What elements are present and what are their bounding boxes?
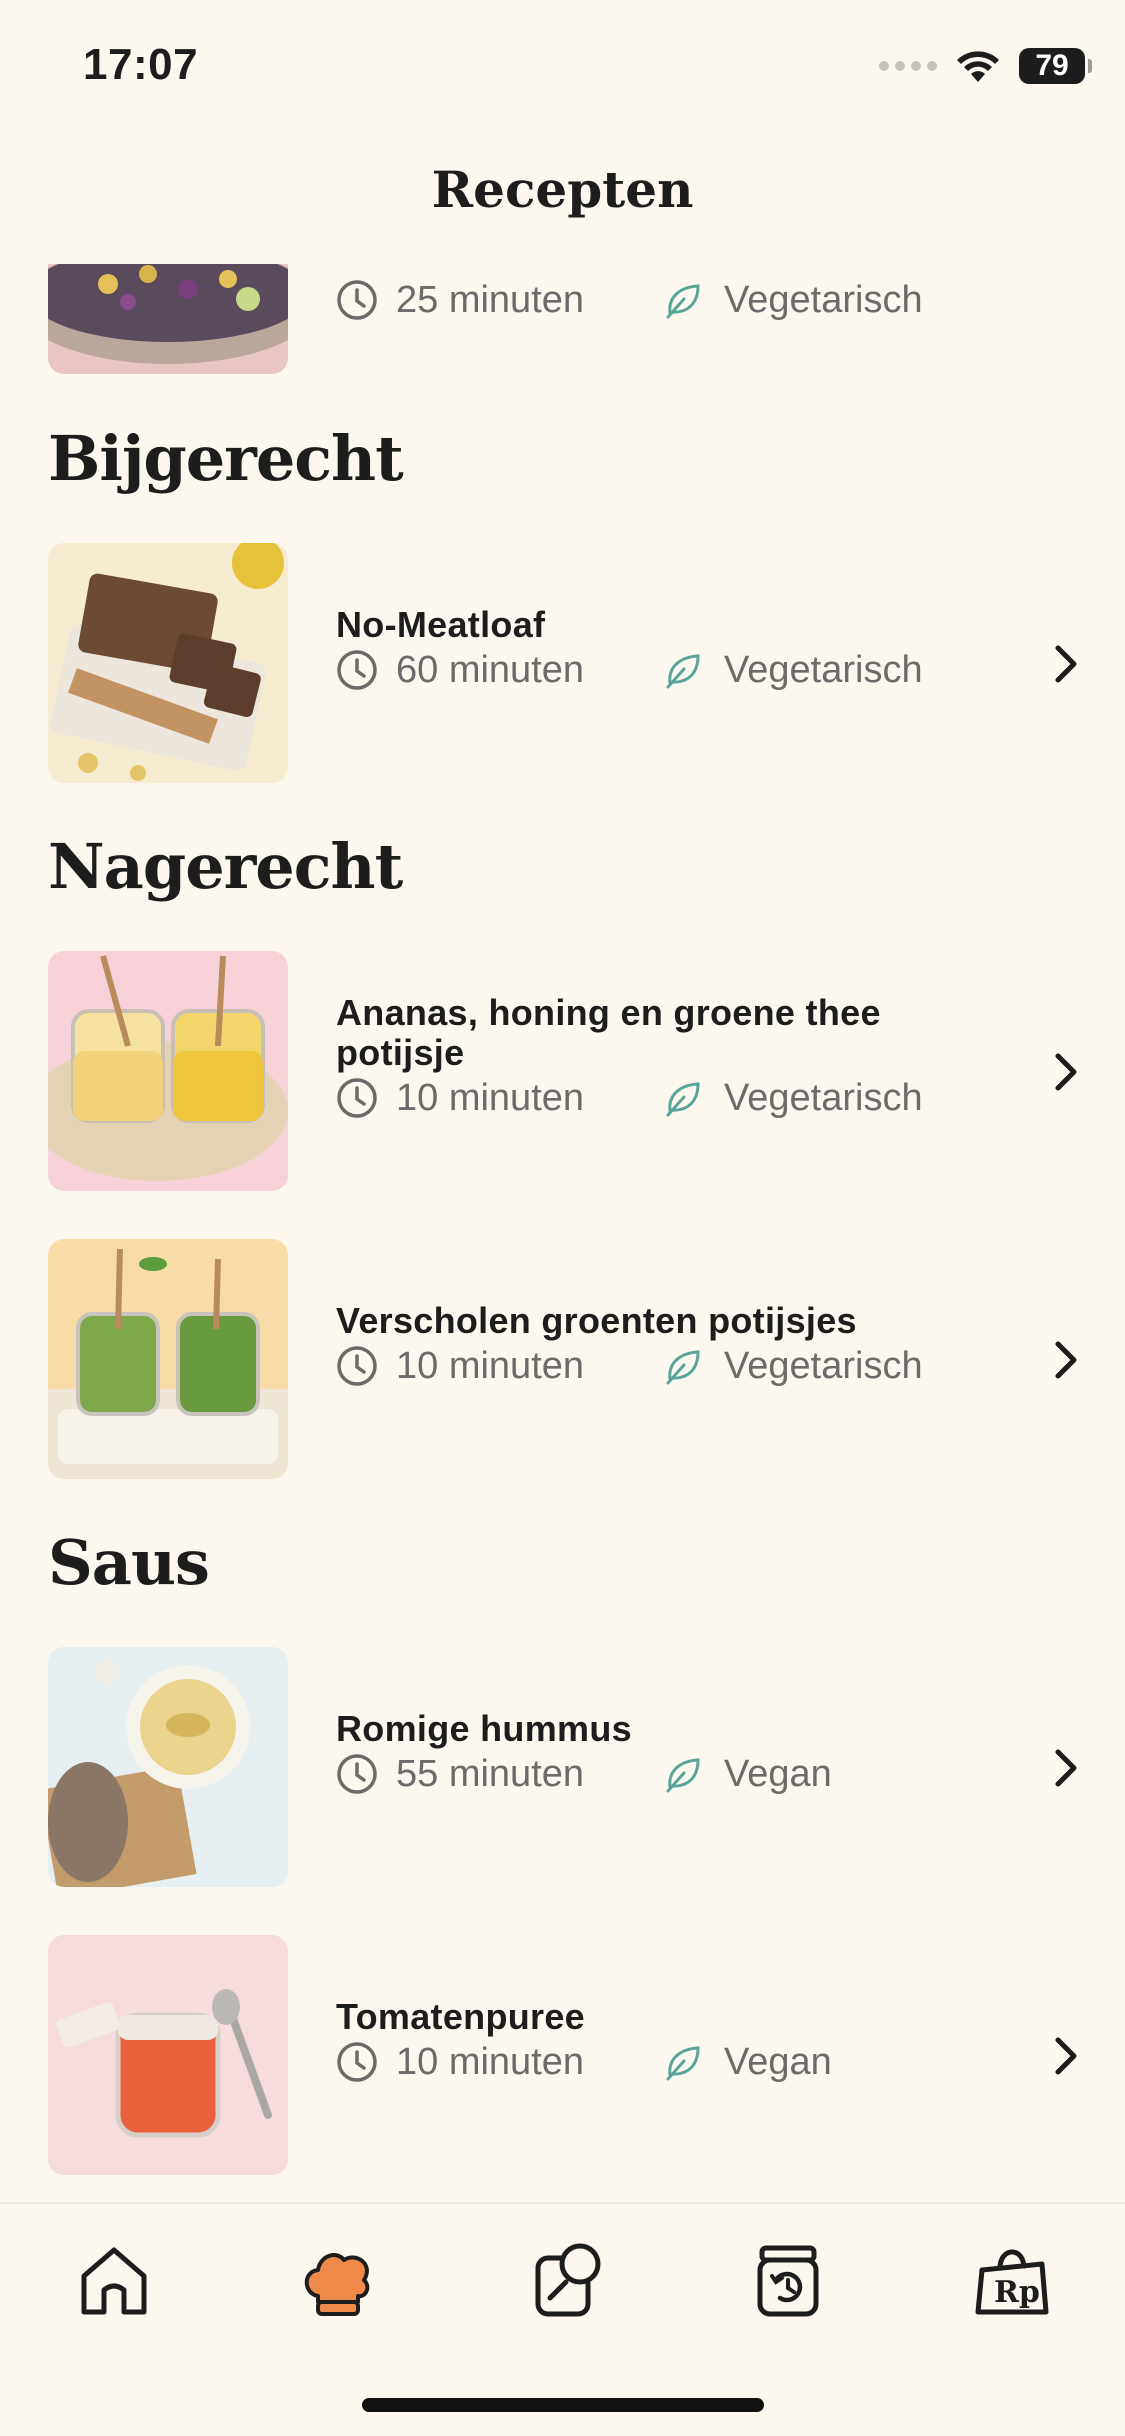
recipe-image xyxy=(48,1935,288,2175)
cooking-time: 25 minuten xyxy=(396,278,585,321)
cooking-time: 55 minuten xyxy=(396,1752,585,1795)
recipe-title: Verscholen groenten potijsjes xyxy=(336,1300,857,1341)
cooking-time: 10 minuten xyxy=(396,1076,585,1119)
leaf-icon xyxy=(666,284,700,319)
status-bar: 17:07 79 xyxy=(0,0,1125,140)
recipe-row[interactable]: Tomatenpuree 10 minuten Vegan xyxy=(0,1935,1125,2175)
recipe-meta: 55 minuten Vegan xyxy=(336,1749,832,1799)
recipe-meta: 10 minuten Vegetarisch xyxy=(336,1341,923,1391)
recipe-title: No-Meatloaf xyxy=(336,604,546,645)
page-title: Recepten xyxy=(431,160,694,219)
cooking-time: 60 minuten xyxy=(396,648,585,691)
shopping-bag-icon: Rp xyxy=(975,2249,1049,2315)
home-indicator xyxy=(362,2398,764,2412)
recipe-image xyxy=(48,264,288,374)
recipe-list[interactable]: 25 minuten Vegetarisch Bijgerecht No-Mea… xyxy=(0,264,1125,2202)
leaf-icon xyxy=(666,1350,700,1385)
cooking-time: 10 minuten xyxy=(396,1344,585,1387)
chef-hat-icon xyxy=(304,2253,370,2316)
diet-label: Vegetarisch xyxy=(724,648,923,691)
chevron-right-icon xyxy=(1055,2037,1077,2075)
recipe-image xyxy=(48,543,288,783)
recipe-meta: 10 minuten Vegan xyxy=(336,2037,832,2087)
leaf-icon xyxy=(666,1082,700,1117)
leaf-icon xyxy=(666,2046,700,2081)
tab-home[interactable] xyxy=(74,2240,154,2320)
tab-food-jar[interactable] xyxy=(528,2240,608,2320)
recipe-row[interactable]: Ananas, honing en groene thee potijsje 1… xyxy=(0,951,1125,1191)
recipe-title: Ananas, honing en groene thee potijsje xyxy=(336,992,881,1073)
recipe-title: Tomatenpuree xyxy=(336,1996,585,2037)
leaf-icon xyxy=(666,1758,700,1793)
clock-icon xyxy=(337,2042,377,2082)
recipe-image xyxy=(48,951,288,1191)
history-jar-icon xyxy=(757,2245,819,2317)
clock-icon xyxy=(337,1078,377,1118)
cellular-signal-icon xyxy=(879,61,937,71)
recipe-image xyxy=(48,1239,288,1479)
recipe-meta: 60 minuten Vegetarisch xyxy=(336,645,923,695)
cooking-time: 10 minuten xyxy=(396,2040,585,2083)
tab-bar: Rp xyxy=(0,2202,1125,2436)
svg-text:Rp: Rp xyxy=(994,2275,1040,2310)
chevron-right-icon xyxy=(1055,1341,1077,1379)
tab-shop[interactable]: Rp xyxy=(972,2240,1052,2320)
battery-indicator: 79 xyxy=(1019,48,1092,84)
recipes-screen: 17:07 79 Recepten 25 minuten Vegetarisch… xyxy=(0,0,1125,2436)
clock-icon xyxy=(337,650,377,690)
recipe-meta: 25 minuten Vegetarisch xyxy=(336,275,923,325)
recipe-row[interactable]: Romige hummus 55 minuten Vegan xyxy=(0,1647,1125,1887)
section-title-saus: Saus xyxy=(48,1526,210,1599)
recipe-title: Romige hummus xyxy=(336,1708,632,1749)
tab-recipes[interactable] xyxy=(298,2240,378,2320)
chevron-right-icon xyxy=(1055,645,1077,683)
recipe-image xyxy=(48,1647,288,1887)
section-title-bijgerecht: Bijgerecht xyxy=(48,422,404,495)
recipe-row[interactable]: Verscholen groenten potijsjes 10 minuten… xyxy=(0,1239,1125,1479)
diet-label: Vegetarisch xyxy=(724,1344,923,1387)
wifi-icon xyxy=(957,51,999,82)
clock-icon xyxy=(337,1754,377,1794)
diet-label: Vegetarisch xyxy=(724,1076,923,1119)
chevron-right-icon xyxy=(1055,1053,1077,1091)
status-time: 17:07 xyxy=(83,40,199,89)
food-jar-icon xyxy=(535,2243,601,2317)
status-icons: 79 xyxy=(879,48,1092,84)
recipe-row[interactable]: 25 minuten Vegetarisch xyxy=(0,264,1125,374)
clock-icon xyxy=(337,1346,377,1386)
diet-label: Vegetarisch xyxy=(724,278,923,321)
section-title-nagerecht: Nagerecht xyxy=(48,830,403,903)
diet-label: Vegan xyxy=(724,2040,832,2083)
recipe-meta: 10 minuten Vegetarisch xyxy=(336,1073,923,1123)
tab-history[interactable] xyxy=(748,2240,828,2320)
diet-label: Vegan xyxy=(724,1752,832,1795)
chevron-right-icon xyxy=(1055,1749,1077,1787)
home-icon xyxy=(81,2247,147,2315)
recipe-row[interactable]: No-Meatloaf 60 minuten Vegetarisch xyxy=(0,543,1125,783)
leaf-icon xyxy=(666,654,700,689)
clock-icon xyxy=(337,280,377,320)
